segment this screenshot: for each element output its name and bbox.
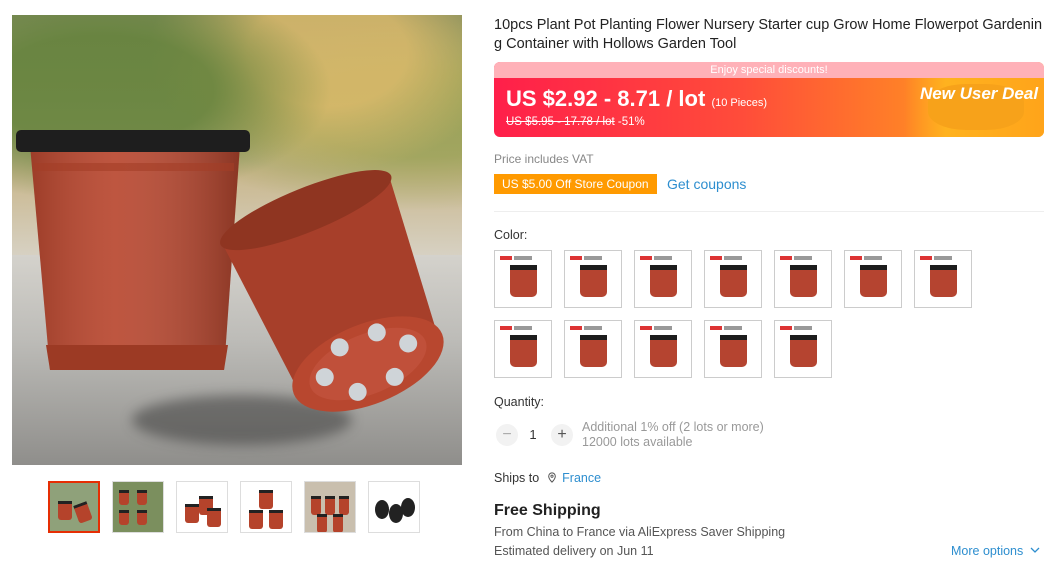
quantity-label: Quantity:	[494, 395, 545, 409]
new-user-deal-badge: New User Deal	[904, 78, 1044, 137]
location-pin-icon	[543, 471, 562, 485]
color-swatch[interactable]	[494, 320, 552, 378]
color-swatch[interactable]	[844, 250, 902, 308]
vat-note: Price includes VAT	[494, 152, 594, 166]
price-range-value: US $2.92 - 8.71 / lot	[506, 86, 706, 111]
color-swatch[interactable]	[914, 250, 972, 308]
more-options-link[interactable]: More options	[951, 544, 1040, 558]
section-divider	[494, 211, 1044, 212]
thumbnail-strip	[48, 481, 420, 533]
deal-badge-label: New User Deal	[919, 84, 1039, 103]
color-label: Color:	[494, 228, 528, 242]
color-swatches	[494, 250, 1014, 378]
pots-illustration	[16, 130, 444, 412]
quantity-info: Additional 1% off (2 lots or more) 12000…	[582, 420, 764, 450]
bulk-discount-note: Additional 1% off (2 lots or more)	[582, 420, 764, 434]
original-price: US $5.95 - 17.78 / lot -51%	[506, 116, 645, 128]
color-swatch[interactable]	[564, 250, 622, 308]
price-banner: Enjoy special discounts! US $2.92 - 8.71…	[494, 62, 1044, 137]
thumbnail-5[interactable]	[304, 481, 356, 533]
color-swatch[interactable]	[564, 320, 622, 378]
color-swatch[interactable]	[704, 250, 762, 308]
original-price-value: US $5.95 - 17.78 / lot	[506, 116, 615, 128]
get-coupons-link[interactable]: Get coupons	[667, 176, 746, 192]
free-shipping-title: Free Shipping	[494, 502, 601, 519]
ships-to-label: Ships to	[494, 471, 540, 485]
color-swatch[interactable]	[634, 250, 692, 308]
color-swatch[interactable]	[634, 320, 692, 378]
shipping-route: From China to France via AliExpress Save…	[494, 525, 786, 539]
more-options-label: More options	[951, 544, 1024, 558]
estimated-delivery: Estimated delivery on Jun 11	[494, 544, 654, 558]
color-swatch[interactable]	[774, 320, 832, 378]
stock-available: 12000 lots available	[582, 435, 693, 449]
chevron-down-icon	[1027, 544, 1040, 558]
price-pieces: (10 Pieces)	[711, 97, 768, 109]
thumbnail-2[interactable]	[112, 481, 164, 533]
product-title: 10pcs Plant Pot Planting Flower Nursery …	[494, 17, 1043, 52]
quantity-decrease-button[interactable]: −	[496, 424, 518, 446]
color-swatch[interactable]	[774, 250, 832, 308]
discount-percent: -51%	[617, 116, 645, 128]
quantity-value[interactable]: 1	[526, 427, 540, 442]
thumbnail-6[interactable]	[368, 481, 420, 533]
quantity-increase-button[interactable]: +	[551, 424, 573, 446]
thumbnail-3[interactable]	[176, 481, 228, 533]
color-swatch[interactable]	[704, 320, 762, 378]
price-range: US $2.92 - 8.71 / lot (10 Pieces)	[506, 86, 767, 112]
main-product-image[interactable]	[12, 15, 462, 465]
thumbnail-1[interactable]	[48, 481, 100, 533]
store-coupon-badge: US $5.00 Off Store Coupon	[494, 174, 657, 194]
color-swatch[interactable]	[494, 250, 552, 308]
ships-to: Ships to France	[494, 471, 601, 485]
ship-location-link[interactable]: France	[562, 471, 601, 485]
thumbnail-4[interactable]	[240, 481, 292, 533]
discount-strip: Enjoy special discounts!	[494, 62, 1044, 78]
